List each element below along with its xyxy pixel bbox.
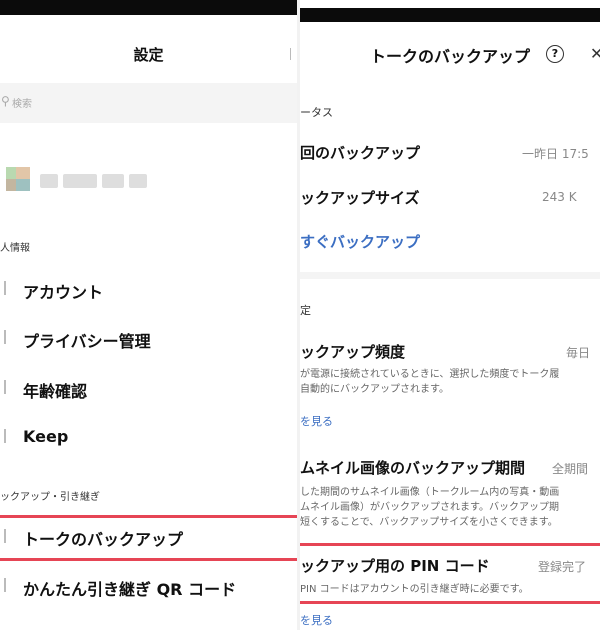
highlight-line: [0, 515, 297, 518]
status-bar: [300, 8, 600, 22]
row-marker: [4, 529, 6, 543]
backup-size-label: ックアップサイズ: [300, 189, 420, 207]
row-marker: [4, 380, 6, 394]
backup-now-button[interactable]: すぐバックアップ: [300, 231, 420, 252]
talk-backup-panel: トークのバックアップ ? ✕ ータス 回のバックアップ 一昨日 17:5 ックア…: [300, 0, 600, 630]
settings-panel: 設定 ⚲ 検索 人情報 アカウント プライバシー管理 年齢確認 Keep ックア…: [0, 0, 297, 630]
backup-size-value: 243 K: [542, 190, 577, 204]
last-backup-value: 一昨日 17:5: [522, 147, 589, 161]
avatar[interactable]: [6, 167, 30, 191]
row-marker: [4, 330, 6, 344]
settings-item-age-verification[interactable]: 年齢確認: [23, 378, 87, 402]
thumbnail-description-line3: 短くすることで、バックアップサイズを小さくできます。: [300, 517, 558, 528]
section-header-settings: 定: [300, 304, 311, 317]
edge-mark: [290, 48, 291, 60]
thumbnail-description-line1: した期間のサムネイル画像（トークルーム内の写真・動画: [300, 487, 560, 498]
pin-code-label[interactable]: ックアップ用の PIN コード: [300, 555, 490, 576]
pin-code-status[interactable]: 登録完了: [538, 558, 586, 575]
page-title: 設定: [133, 46, 164, 64]
section-header-personal: 人情報: [0, 243, 30, 254]
page-title: トークのバックアップ: [370, 47, 531, 66]
search-icon: ⚲: [1, 94, 10, 108]
thumbnail-backup-period-label[interactable]: ムネイル画像のバックアップ期間: [300, 457, 525, 478]
search-input[interactable]: ⚲ 検索: [0, 83, 297, 123]
section-divider: [300, 272, 600, 279]
pin-code-description: PIN コードはアカウントの引き継ぎ時に必要です。: [300, 584, 529, 595]
details-link-bottom[interactable]: を見る: [300, 612, 333, 628]
settings-item-privacy[interactable]: プライバシー管理: [23, 328, 151, 352]
settings-item-account[interactable]: アカウント: [23, 279, 103, 303]
profile-name-blurred[interactable]: [40, 173, 152, 192]
backup-frequency-description-line2: 自動的にバックアップされます。: [300, 384, 449, 395]
settings-item-keep[interactable]: Keep: [23, 427, 68, 446]
last-backup-label: 回のバックアップ: [300, 144, 421, 162]
highlight-line: [0, 558, 297, 561]
row-marker: [4, 429, 6, 443]
backup-frequency-description-line1: が電源に接続されているときに、選択した頻度でトーク履: [300, 369, 560, 380]
section-header-backup: ックアップ・引き継ぎ: [0, 492, 100, 503]
highlight-line: [300, 543, 600, 546]
search-placeholder: 検索: [12, 99, 32, 110]
row-marker: [4, 281, 6, 295]
backup-frequency-value[interactable]: 毎日: [566, 344, 590, 361]
settings-item-talk-backup[interactable]: トークのバックアップ: [23, 526, 183, 550]
status-bar: [0, 0, 297, 15]
close-icon[interactable]: ✕: [590, 44, 600, 63]
row-marker: [4, 578, 6, 592]
thumbnail-backup-period-value[interactable]: 全期間: [552, 460, 588, 477]
details-link[interactable]: を見る: [300, 413, 333, 429]
section-header-status: ータス: [300, 106, 333, 119]
help-icon[interactable]: ?: [546, 45, 564, 63]
settings-item-qr-transfer[interactable]: かんたん引き継ぎ QR コード: [23, 576, 236, 600]
highlight-line: [300, 601, 600, 604]
backup-frequency-label[interactable]: ックアップ頻度: [300, 341, 405, 362]
thumbnail-description-line2: ムネイル画像）がバックアップされます。バックアップ期: [300, 502, 559, 513]
